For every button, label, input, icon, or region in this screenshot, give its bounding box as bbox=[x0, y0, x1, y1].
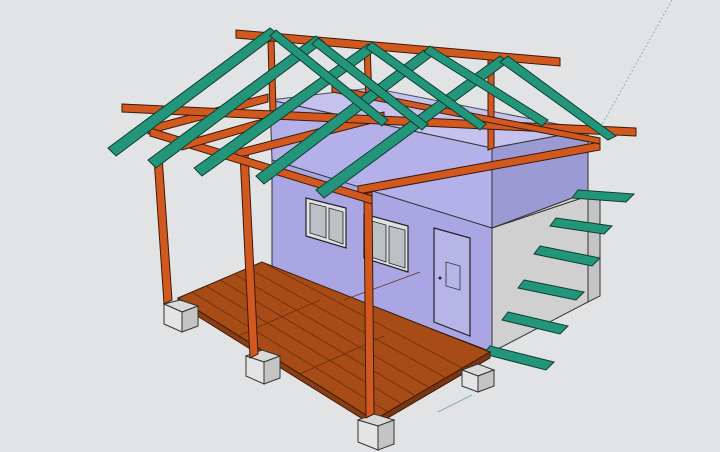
post-front-left bbox=[153, 155, 173, 305]
cabin-3d-model bbox=[107, 0, 673, 451]
footing-3 bbox=[356, 413, 396, 451]
front-door bbox=[433, 227, 471, 337]
post-front-right bbox=[363, 191, 375, 419]
footing-1 bbox=[162, 299, 200, 333]
3d-modeling-viewport[interactable] bbox=[0, 0, 720, 452]
blue-axis-line bbox=[437, 394, 473, 413]
footing-4 bbox=[460, 363, 496, 393]
